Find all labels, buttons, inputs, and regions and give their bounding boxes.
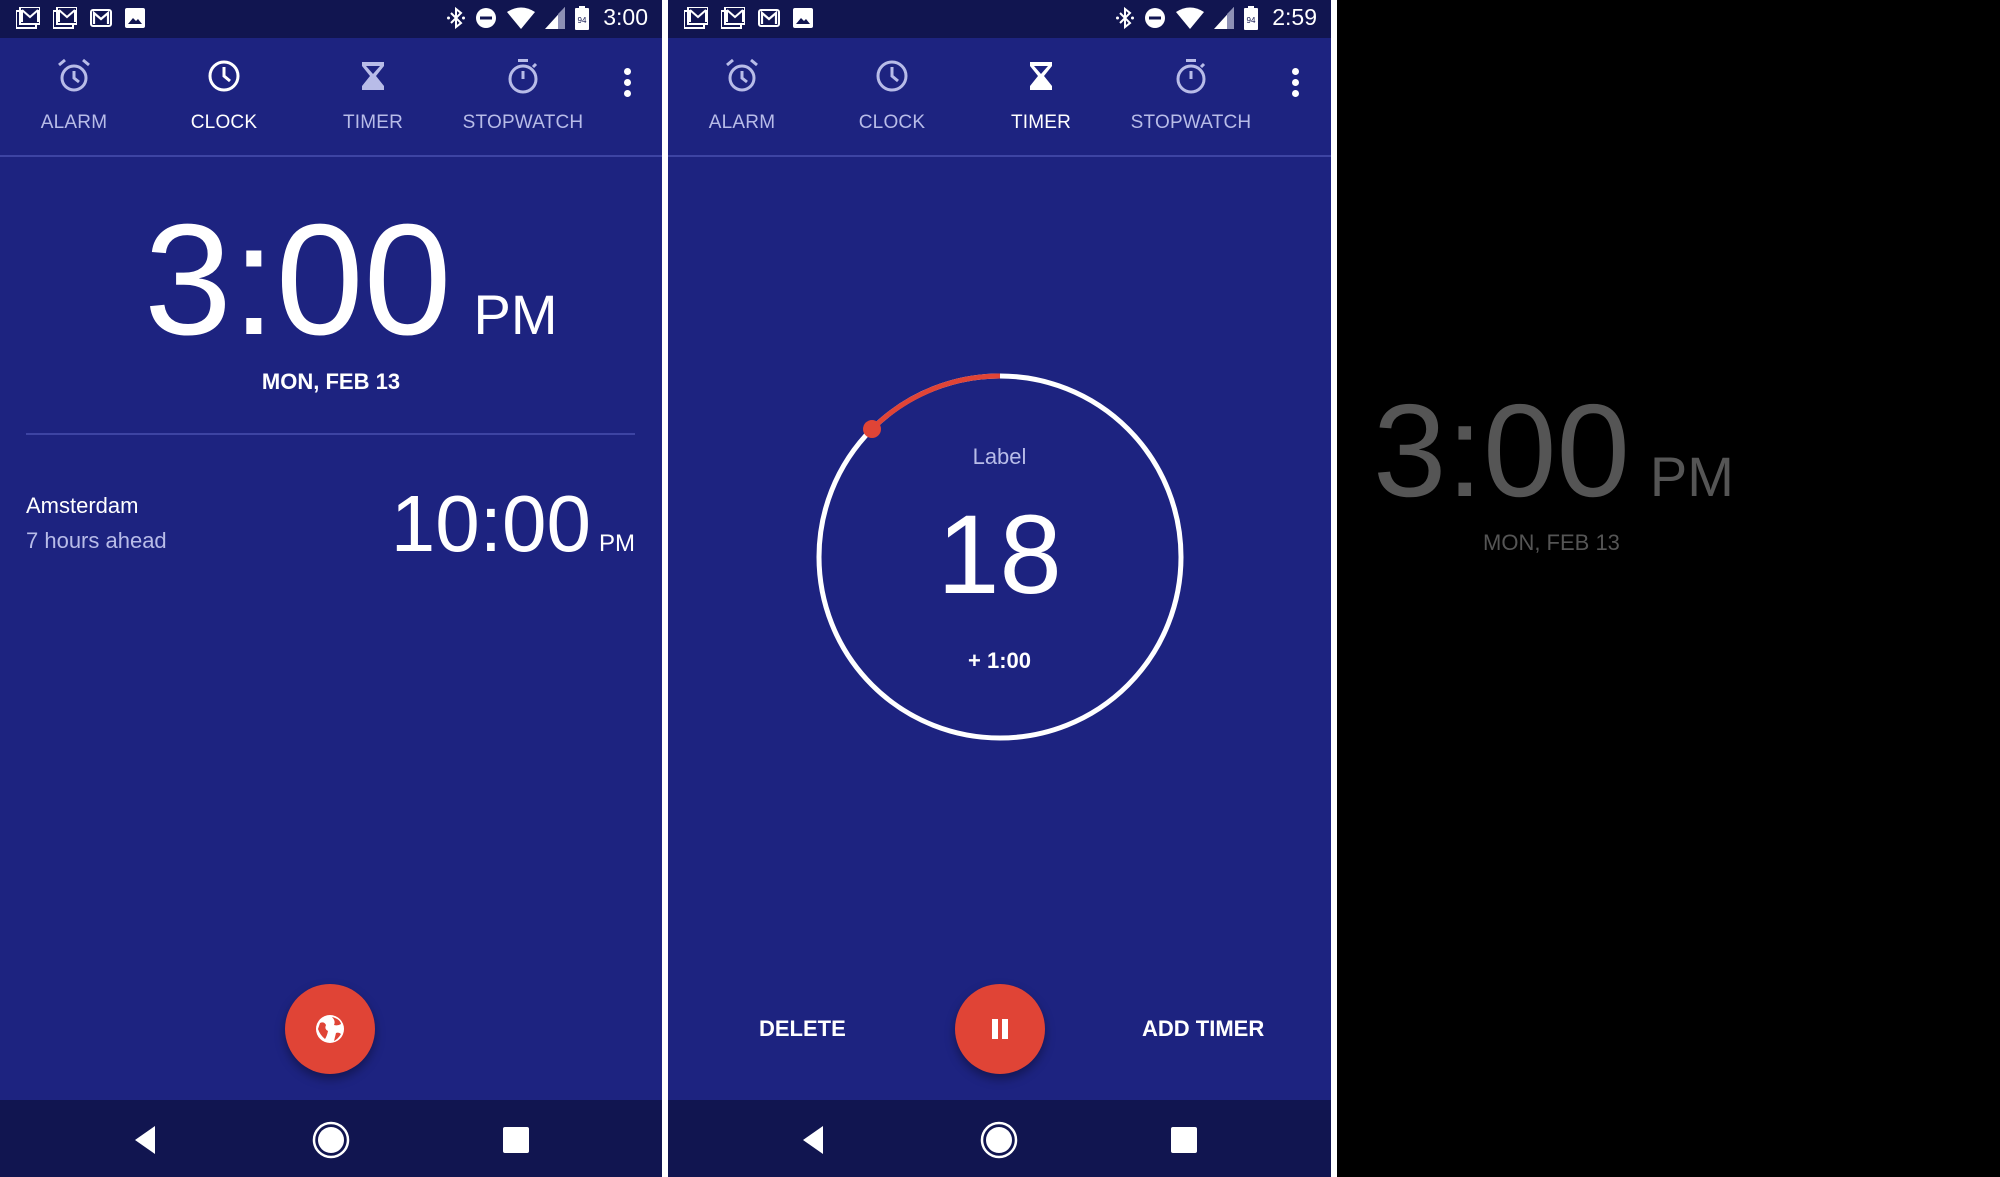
timer-label[interactable]: Label	[668, 444, 1331, 470]
dot-icon	[623, 79, 631, 86]
tab-label: STOPWATCH	[1130, 112, 1252, 133]
tab-clock[interactable]: CLOCK	[154, 38, 294, 155]
add-city-button[interactable]	[285, 984, 375, 1074]
tab-label: TIMER	[1010, 112, 1072, 133]
tab-label: CLOCK	[190, 112, 258, 133]
tab-label: ALARM	[40, 112, 108, 133]
timer-progress-knob	[863, 420, 882, 439]
battery-level: 94	[1247, 16, 1256, 25]
gmail-icon	[90, 9, 112, 27]
signal-icon	[545, 6, 566, 29]
time-offset: 7 hours ahead	[26, 528, 167, 553]
tab-bar: ALARM CLOCK TIMER STOPWATCH	[0, 38, 662, 157]
screensaver-time: 3:00 PM	[1373, 375, 1734, 526]
screensaver-time-digits: 3:00	[1373, 377, 1630, 524]
current-time-ampm: PM	[473, 283, 558, 346]
system-icons: 94 3:00	[447, 4, 648, 31]
city-name: Amsterdam	[26, 493, 139, 518]
tab-label: TIMER	[342, 112, 404, 133]
gmail-stack-icon	[684, 7, 708, 29]
divider	[26, 433, 635, 435]
hourglass-icon	[362, 62, 384, 90]
signal-icon	[1214, 6, 1235, 29]
back-icon[interactable]	[127, 1120, 167, 1160]
battery-icon: 94	[575, 5, 590, 30]
tab-timer[interactable]: TIMER	[303, 38, 443, 155]
globe-icon	[316, 1015, 344, 1043]
tab-label: CLOCK	[858, 112, 926, 133]
home-icon[interactable]	[311, 1120, 351, 1160]
status-bar: 94 3:00	[0, 0, 662, 38]
city-time-ampm: PM	[599, 530, 635, 557]
city-time: 10:00 PM	[391, 478, 635, 570]
notification-icons	[684, 7, 813, 29]
alarm-icon	[58, 58, 90, 92]
recents-icon[interactable]	[1164, 1120, 1204, 1160]
clock-icon	[876, 60, 908, 92]
battery-icon: 94	[1244, 5, 1259, 30]
tab-clock[interactable]: CLOCK	[822, 38, 962, 155]
dot-icon	[623, 90, 631, 97]
hourglass-icon	[1030, 62, 1052, 90]
screensaver-screen: 3:00 PM MON, FEB 13	[1337, 0, 2000, 1177]
system-icons: 94 2:59	[1116, 4, 1317, 31]
dot-icon	[1291, 79, 1299, 86]
tab-alarm[interactable]: ALARM	[672, 38, 812, 155]
dot-icon	[1291, 68, 1299, 75]
do-not-disturb-icon	[1145, 7, 1166, 28]
screensaver-time-ampm: PM	[1649, 445, 1734, 508]
gmail-stack-icon	[53, 7, 77, 29]
current-time: 3:00 PM	[144, 190, 558, 371]
tab-timer[interactable]: TIMER	[971, 38, 1111, 155]
overflow-menu-button[interactable]	[1285, 68, 1305, 104]
overflow-menu-button[interactable]	[617, 68, 637, 104]
do-not-disturb-icon	[476, 7, 497, 28]
battery-level: 94	[578, 16, 587, 25]
tab-bar: ALARM CLOCK TIMER STOPWATCH	[668, 38, 1331, 157]
bluetooth-icon	[447, 6, 466, 29]
bluetooth-icon	[1116, 6, 1135, 29]
gmail-icon	[758, 9, 780, 27]
add-timer-button[interactable]: ADD TIMER	[1142, 1016, 1264, 1042]
wifi-icon	[1176, 7, 1205, 29]
back-icon[interactable]	[795, 1120, 835, 1160]
pause-button[interactable]	[955, 984, 1045, 1074]
add-one-minute-button[interactable]: + 1:00	[668, 648, 1331, 674]
pause-icon	[992, 1019, 1008, 1039]
timer-elapsed-arc	[870, 373, 1001, 431]
notification-icons	[16, 7, 145, 29]
tab-label: ALARM	[708, 112, 776, 133]
wifi-icon	[507, 7, 536, 29]
tab-stopwatch[interactable]: STOPWATCH	[1121, 38, 1261, 155]
current-date: MON, FEB 13	[261, 369, 401, 394]
recents-icon[interactable]	[496, 1120, 536, 1160]
tab-stopwatch[interactable]: STOPWATCH	[453, 38, 593, 155]
screensaver-date: MON, FEB 13	[1483, 530, 1620, 555]
clock-screen: 94 3:00 ALARM CLOCK TIMER STOPWATCH 3:00…	[0, 0, 662, 1177]
timer-screen: 94 2:59 ALARM CLOCK TIMER STOPWATCH Labe…	[668, 0, 1331, 1177]
status-time: 2:59	[1272, 4, 1317, 30]
status-time: 3:00	[603, 4, 648, 30]
delete-button[interactable]: DELETE	[759, 1016, 846, 1042]
dot-icon	[623, 68, 631, 75]
navigation-bar	[668, 1100, 1331, 1177]
image-icon	[125, 8, 145, 28]
tab-label: STOPWATCH	[462, 112, 584, 133]
gmail-stack-icon	[16, 7, 40, 29]
timer-remaining: 18	[937, 492, 1062, 617]
dot-icon	[1291, 90, 1299, 97]
home-icon[interactable]	[979, 1120, 1019, 1160]
navigation-bar	[0, 1100, 662, 1177]
current-time-digits: 3:00	[144, 192, 452, 368]
image-icon	[793, 8, 813, 28]
stopwatch-icon	[508, 59, 538, 94]
alarm-icon	[726, 58, 758, 92]
clock-icon	[208, 60, 240, 92]
status-bar: 94 2:59	[668, 0, 1331, 38]
city-time-digits: 10:00	[390, 479, 591, 568]
stopwatch-icon	[1176, 59, 1206, 94]
gmail-stack-icon	[721, 7, 745, 29]
tab-alarm[interactable]: ALARM	[4, 38, 144, 155]
